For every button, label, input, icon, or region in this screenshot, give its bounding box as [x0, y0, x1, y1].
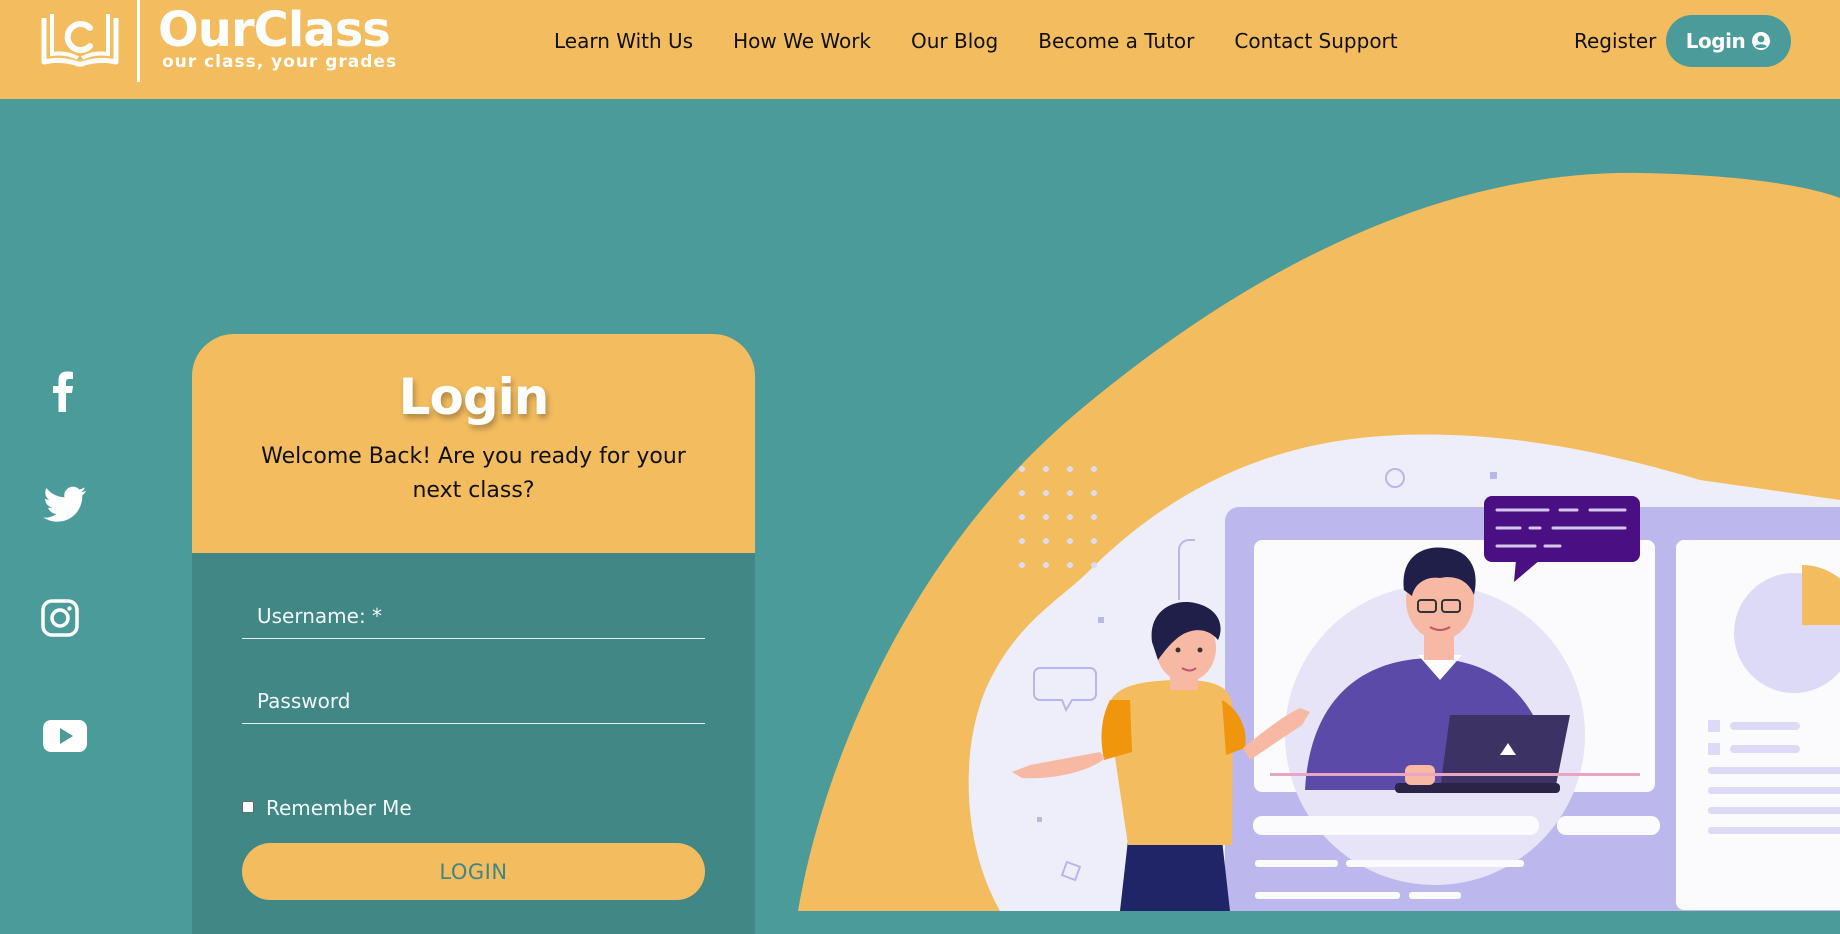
nav-our-blog[interactable]: Our Blog	[911, 26, 998, 56]
facebook-link[interactable]	[40, 368, 86, 414]
header-login-label: Login	[1685, 29, 1746, 53]
username-input[interactable]	[242, 594, 705, 638]
nav-how-we-work[interactable]: How We Work	[733, 26, 871, 56]
password-input[interactable]	[242, 679, 705, 723]
dot-grid	[1019, 466, 1097, 568]
top-navbar: OurClass our class, your grades Learn Wi…	[0, 0, 1840, 99]
nav-learn-with-us[interactable]: Learn With Us	[554, 26, 693, 56]
remember-me-row: Remember Me	[242, 796, 412, 820]
username-field-wrapper	[242, 594, 705, 639]
youtube-icon	[43, 720, 87, 752]
brand-name: OurClass	[158, 2, 391, 58]
login-subtitle: Welcome Back! Are you ready for your nex…	[261, 444, 686, 503]
instagram-link[interactable]	[40, 598, 80, 638]
nav-become-a-tutor[interactable]: Become a Tutor	[1038, 26, 1194, 56]
login-title: Login	[398, 368, 550, 426]
facebook-icon	[53, 371, 73, 412]
youtube-link[interactable]	[42, 716, 88, 756]
remember-me-label: Remember Me	[266, 796, 412, 820]
register-link[interactable]: Register	[1574, 26, 1656, 56]
logo-divider	[137, 0, 140, 82]
nav-contact-support[interactable]: Contact Support	[1234, 26, 1397, 56]
header-login-button[interactable]: Login	[1666, 15, 1791, 67]
lavender-blob	[968, 434, 1840, 911]
password-field-wrapper	[242, 679, 705, 724]
remember-me-checkbox[interactable]	[242, 801, 254, 813]
orange-blob	[798, 172, 1840, 911]
screen-frame	[1225, 507, 1840, 911]
login-card: Login Welcome Back! Are you ready for yo…	[192, 334, 755, 934]
main-nav: Learn With Us How We Work Our Blog Becom…	[554, 26, 1398, 56]
twitter-link[interactable]	[42, 482, 88, 528]
login-card-header: Login Welcome Back! Are you ready for yo…	[192, 334, 755, 553]
site-logo[interactable]: OurClass our class, your grades	[40, 0, 400, 82]
login-submit-button[interactable]: LOGIN	[242, 843, 705, 900]
brand-tagline: our class, your grades	[162, 52, 398, 72]
book-c-logo-icon	[41, 14, 119, 67]
instagram-icon	[41, 599, 79, 637]
chat-bubble	[1484, 496, 1640, 562]
twitter-icon	[43, 486, 87, 522]
login-form: Remember Me LOGIN	[192, 553, 755, 934]
user-circle-icon	[1752, 32, 1771, 50]
